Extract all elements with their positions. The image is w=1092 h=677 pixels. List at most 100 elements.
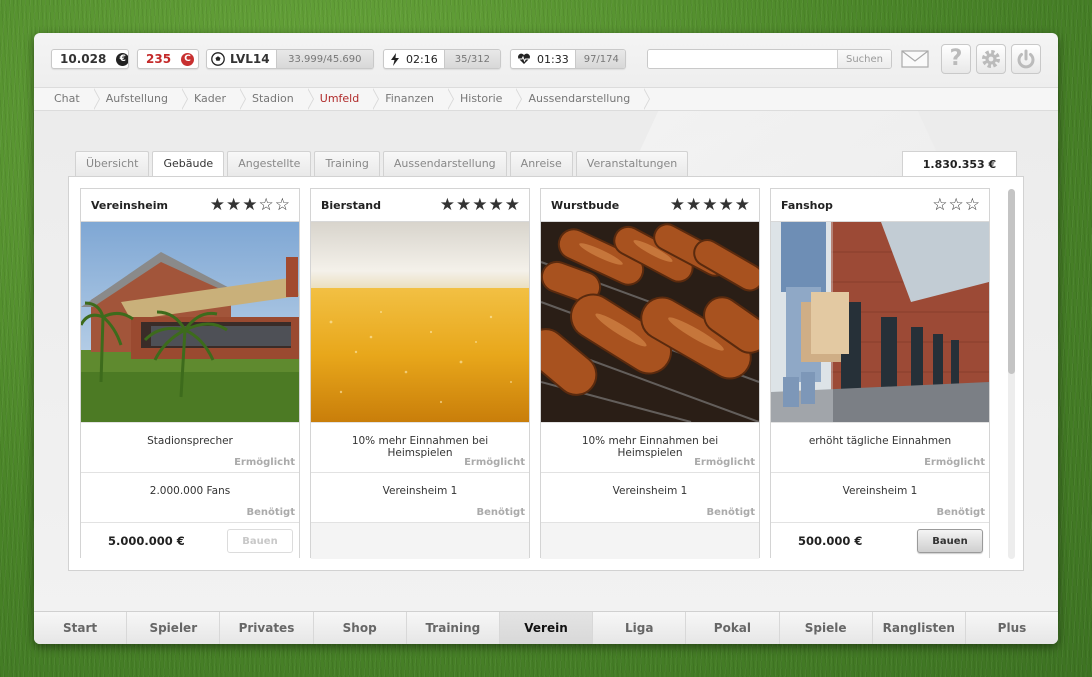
search-button[interactable]: Suchen: [837, 50, 891, 68]
card-footer: [311, 522, 529, 559]
effect-text: Stadionsprecher: [147, 435, 233, 447]
star-rating: ★★★★★: [669, 194, 751, 215]
nav-spiele[interactable]: Spiele: [780, 612, 873, 644]
card-footer: 500.000 € Bauen: [771, 522, 989, 559]
credits-coin-icon: C: [181, 52, 195, 66]
requirement-label: Benötigt: [476, 507, 525, 518]
requirement-section: Vereinsheim 1 Benötigt: [771, 472, 989, 522]
clubhouse-image: [81, 222, 299, 422]
logout-button[interactable]: [1011, 44, 1041, 74]
breadcrumb-umfeld[interactable]: Umfeld: [308, 88, 380, 110]
tab-anreise[interactable]: Anreise: [509, 151, 573, 176]
nav-training[interactable]: Training: [407, 612, 500, 644]
tab-gebaeude[interactable]: Gebäude: [152, 151, 225, 177]
xp-value: 33.999/45.690: [275, 50, 373, 68]
shopping-street-image: [771, 222, 989, 422]
effect-label: Ermöglicht: [694, 457, 755, 468]
question-icon: ?: [949, 46, 963, 71]
tab-uebersicht[interactable]: Übersicht: [75, 151, 150, 176]
nav-start[interactable]: Start: [34, 612, 128, 644]
mail-icon[interactable]: [901, 49, 929, 69]
health-value: 97/174: [574, 50, 625, 68]
euro-coin-icon: €: [116, 52, 128, 66]
tab-bar: Übersicht Gebäude Angestellte Training A…: [75, 151, 691, 177]
breadcrumb-chat[interactable]: Chat: [42, 88, 100, 110]
requirement-text: Vereinsheim 1: [612, 485, 688, 497]
requirement-text: 2.000.000 Fans: [149, 485, 231, 497]
football-icon: [207, 50, 225, 68]
breadcrumb-stadion[interactable]: Stadion: [240, 88, 314, 110]
effect-text: 10% mehr Einnahmen bei Heimspielen: [581, 435, 719, 459]
beer-image: [311, 222, 529, 422]
sausage-image: [541, 222, 759, 422]
requirement-section: Vereinsheim 1 Benötigt: [311, 472, 529, 522]
bottom-navigation: Start Spieler Privates Shop Training Ver…: [34, 611, 1058, 644]
building-title: Vereinsheim: [91, 198, 168, 212]
power-icon: [1017, 49, 1035, 69]
build-button-vereinsheim[interactable]: Bauen: [227, 529, 293, 553]
euro-balance: 10.028 €: [51, 49, 129, 69]
search-box: Suchen: [647, 49, 892, 69]
building-title: Wurstbude: [551, 198, 620, 212]
nav-liga[interactable]: Liga: [593, 612, 687, 644]
breadcrumb-aufstellung[interactable]: Aufstellung: [94, 88, 189, 110]
scrollbar[interactable]: [1008, 189, 1015, 559]
requirement-label: Benötigt: [246, 507, 295, 518]
building-price: 500.000 €: [798, 534, 863, 548]
breadcrumb-finanzen[interactable]: Finanzen: [373, 88, 454, 110]
build-button-fanshop[interactable]: Bauen: [917, 529, 983, 553]
building-card-bierstand: Bierstand ★★★★★ 10% mehr Einnahmen bei H…: [310, 188, 530, 559]
tab-aussendarstellung[interactable]: Aussendarstellung: [382, 151, 507, 176]
lightning-icon: [384, 50, 400, 68]
energy-indicator: 02:16 35/312: [383, 49, 501, 69]
building-price: 5.000.000 €: [108, 534, 185, 548]
game-window: 10.028 € 235 C LVL14 33.999/45.690 02:16…: [34, 33, 1058, 644]
nav-pokal[interactable]: Pokal: [686, 612, 780, 644]
effect-section: 10% mehr Einnahmen bei Heimspielen Ermög…: [311, 422, 529, 472]
requirement-text: Vereinsheim 1: [842, 485, 918, 497]
tab-veranstaltungen[interactable]: Veranstaltungen: [575, 151, 689, 176]
effect-text: erhöht tägliche Einnahmen: [808, 435, 952, 447]
energy-timer: 02:16: [406, 52, 438, 66]
nav-plus[interactable]: Plus: [966, 612, 1058, 644]
breadcrumb-aussendarstellung[interactable]: Aussendarstellung: [516, 88, 651, 110]
level-indicator: LVL14 33.999/45.690: [206, 49, 374, 69]
requirement-label: Benötigt: [936, 507, 985, 518]
effect-section: erhöht tägliche Einnahmen Ermöglicht: [771, 422, 989, 472]
nav-verein[interactable]: Verein: [499, 612, 594, 644]
tab-training[interactable]: Training: [314, 151, 380, 176]
effect-label: Ermöglicht: [464, 457, 525, 468]
nav-shop[interactable]: Shop: [314, 612, 407, 644]
gear-icon: [982, 50, 1000, 68]
building-title: Bierstand: [321, 198, 381, 212]
euro-value: 10.028: [60, 52, 107, 66]
building-card-wurstbude: Wurstbude ★★★★★ 10% mehr Einnahmen bei H…: [540, 188, 760, 559]
help-button[interactable]: ?: [941, 44, 971, 74]
card-footer: [541, 522, 759, 559]
settings-button[interactable]: [976, 44, 1006, 74]
star-rating: ★★★★★: [439, 194, 521, 215]
requirement-section: 2.000.000 Fans Benötigt: [81, 472, 299, 522]
health-indicator: 01:33 97/174: [510, 49, 626, 69]
tab-angestellte[interactable]: Angestellte: [227, 151, 312, 176]
buildings-panel: Vereinsheim ★★★☆☆ Stadionsprecher Ermögl…: [68, 176, 1024, 571]
nav-ranglisten[interactable]: Ranglisten: [873, 612, 966, 644]
scrollbar-thumb[interactable]: [1008, 189, 1015, 374]
requirement-text: Vereinsheim 1: [382, 485, 458, 497]
effect-label: Ermöglicht: [924, 457, 985, 468]
energy-value: 35/312: [443, 50, 500, 68]
status-bar: 10.028 € 235 C LVL14 33.999/45.690 02:16…: [51, 44, 1042, 79]
star-rating: ☆☆☆: [932, 194, 981, 215]
nav-spieler[interactable]: Spieler: [127, 612, 221, 644]
building-card-vereinsheim: Vereinsheim ★★★☆☆ Stadionsprecher Ermögl…: [80, 188, 300, 559]
nav-privates[interactable]: Privates: [220, 612, 314, 644]
level-value: LVL14: [230, 52, 270, 66]
effect-label: Ermöglicht: [234, 457, 295, 468]
search-input[interactable]: [648, 50, 837, 68]
account-balance: 1.830.353 €: [902, 151, 1017, 177]
requirement-label: Benötigt: [706, 507, 755, 518]
breadcrumb-historie[interactable]: Historie: [448, 88, 523, 110]
breadcrumb-kader[interactable]: Kader: [182, 88, 247, 110]
requirement-section: Vereinsheim 1 Benötigt: [541, 472, 759, 522]
credits-balance: 235 C: [137, 49, 199, 69]
